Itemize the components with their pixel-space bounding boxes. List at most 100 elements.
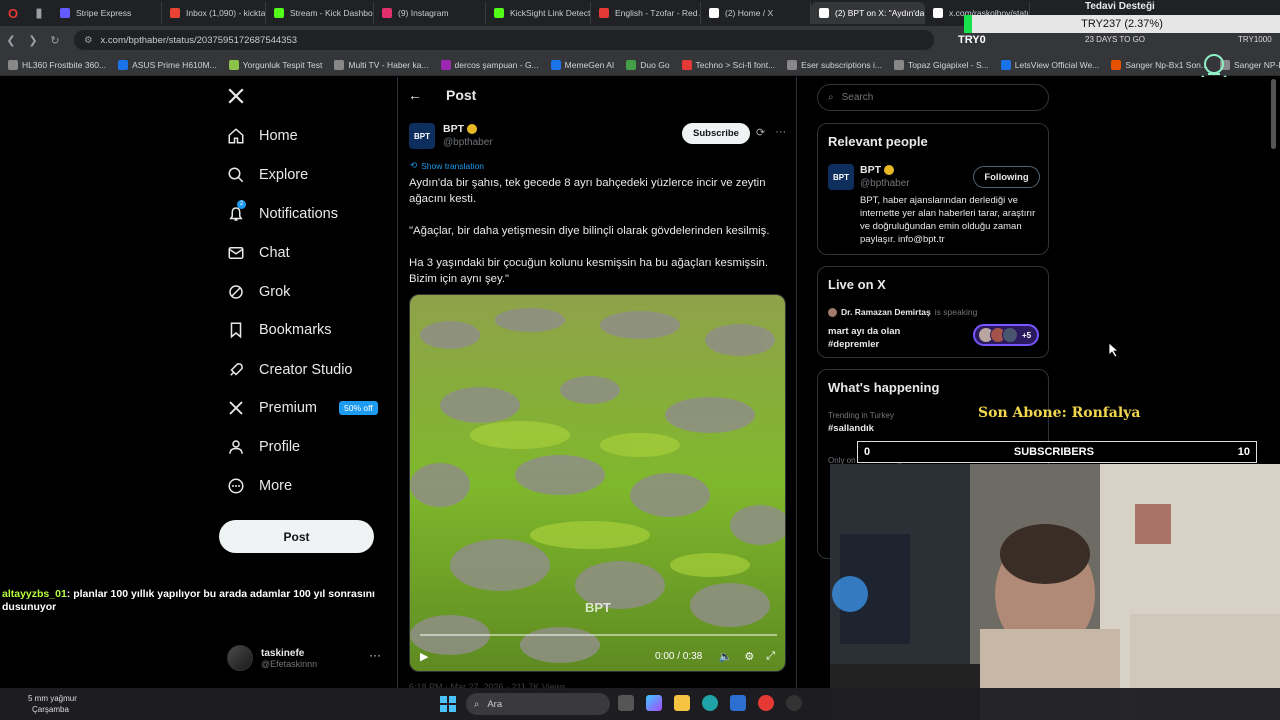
back-arrow-icon[interactable]: ← [408, 87, 422, 103]
bookmark-item[interactable]: Yorgunluk Tespit Test [228, 59, 322, 70]
bookmark-item[interactable]: Multi TV - Haber ka... [334, 59, 429, 70]
bookmark-item[interactable]: Topaz Gigapixel - S... [893, 59, 989, 70]
sidebar-item-premium[interactable]: Premium 50% off [227, 399, 378, 417]
back-icon[interactable]: ❮ [0, 34, 22, 47]
live-topic[interactable]: mart ayı da olan #depremler [828, 325, 948, 351]
stream-top-label: Tedavi Desteği [1085, 1, 1155, 12]
relevant-person[interactable]: BPT BPT @bpthaber [828, 164, 910, 190]
sidebar-item-notifications[interactable]: 2 Notifications [227, 200, 338, 223]
bookmark-favicon-icon [626, 59, 637, 70]
account-name: taskinefe [261, 647, 305, 659]
verified-badge-icon [467, 124, 477, 134]
bookmark-item[interactable]: Techno > Sci-fi font... [681, 59, 775, 70]
browser-tab[interactable]: English - Tzofar - Red A... [591, 2, 701, 24]
person-name[interactable]: BPT [860, 164, 881, 176]
sidebar-item-bookmarks[interactable]: Bookmarks [227, 321, 332, 339]
sidebar-item-chat[interactable]: Chat [227, 244, 290, 262]
video-time: 0:00 / 0:38 [655, 651, 703, 662]
bookmark-label: Sanger NP-BX1 S... [1234, 59, 1280, 70]
bookmark-item[interactable]: ASUS Prime H610M... [118, 59, 217, 70]
live-listeners-pill[interactable]: +5 [973, 324, 1039, 346]
fullscreen-icon[interactable]: ⤢ [766, 650, 775, 663]
opera-icon[interactable] [758, 695, 774, 711]
sidebar-item-home[interactable]: Home [227, 127, 298, 145]
trend-hashtag[interactable]: #sallandık [828, 423, 874, 434]
search-placeholder: Search [841, 92, 874, 103]
subscribe-button[interactable]: Subscribe [682, 123, 750, 144]
post-header: ← Post [408, 87, 476, 103]
opera-logo-icon[interactable]: O [0, 0, 26, 26]
post-text-paragraph: Aydın'da bir şahıs, tek gecede 8 ayrı ba… [409, 177, 766, 205]
copilot-icon[interactable] [646, 695, 662, 711]
post-author[interactable]: BPT BPT @bpthaber [409, 123, 493, 149]
browser-tab[interactable]: Stripe Express [52, 2, 162, 24]
file-explorer-icon[interactable] [674, 695, 690, 711]
following-button[interactable]: Following [973, 166, 1040, 188]
weather-widget[interactable]: 5 mm yağmur Çarşamba [10, 693, 77, 715]
sidebar-item-grok[interactable]: Grok [227, 283, 290, 301]
forward-icon[interactable]: ❯ [22, 34, 44, 47]
relevant-people-title: Relevant people [828, 134, 928, 149]
live-on-x-card[interactable]: Live on X Dr. Ramazan Demirtaş is speaki… [817, 266, 1049, 358]
listener-count: +5 [1022, 330, 1032, 340]
video-player[interactable]: BPT ▶ 0:00 / 0:38 🔈 ⚙ ⤢ [409, 294, 786, 672]
bookmark-item[interactable]: LetsView Official We... [1000, 59, 1099, 70]
volume-icon[interactable]: 🔈 [719, 650, 733, 663]
person-handle[interactable]: @bpthaber [860, 178, 910, 189]
task-view-icon[interactable] [618, 695, 634, 711]
show-translation-link[interactable]: ⟲ Show translation [410, 160, 484, 171]
account-switcher[interactable]: taskinefe @Efetaskinnn ··· [227, 642, 387, 674]
edge-icon[interactable] [702, 695, 718, 711]
bookmark-favicon-icon [440, 59, 451, 70]
browser-tab[interactable]: (2) Home / X [701, 2, 811, 24]
search-input[interactable]: ⌕ Search [817, 84, 1049, 111]
subs-label: SUBSCRIBERS [1013, 446, 1094, 458]
x-logo-icon[interactable] [227, 87, 245, 105]
avatar[interactable]: BPT [409, 123, 435, 149]
reload-icon[interactable]: ↻ [44, 34, 66, 47]
play-icon[interactable]: ▶ [420, 650, 428, 663]
site-info-icon[interactable]: ⚙ [84, 35, 93, 46]
url-bar[interactable]: ⚙ x.com/bpthaber/status/2037595172687544… [74, 30, 934, 50]
live-host: Dr. Ramazan Demirtaş is speaking [828, 307, 977, 317]
more-dots-icon[interactable]: ··· [369, 648, 381, 662]
search-icon: ⌕ [474, 698, 480, 710]
store-icon[interactable] [730, 695, 746, 711]
more-dots-icon[interactable]: ··· [775, 126, 786, 139]
premium-discount-badge: 50% off [339, 401, 378, 415]
scrollbar[interactable] [1271, 79, 1276, 149]
obs-icon[interactable] [786, 695, 802, 711]
settings-icon[interactable]: ⚙ [744, 650, 754, 663]
sidebar-item-more[interactable]: More [227, 477, 292, 495]
grok-icon[interactable]: ⟳ [756, 126, 765, 139]
author-name[interactable]: BPT [443, 123, 464, 135]
avatar[interactable]: BPT [828, 164, 854, 190]
bookmark-item[interactable]: dercos şampuan - G... [440, 59, 539, 70]
avatar [227, 645, 253, 671]
live-host-name: Dr. Ramazan Demirtaş [841, 307, 931, 317]
tab-title: Inbox (1,090) - kicktask [186, 8, 266, 18]
url-text: x.com/bpthaber/status/203759517268754435… [100, 34, 298, 46]
browser-tab[interactable]: Inbox (1,090) - kicktask [162, 2, 266, 24]
sidebar-item-profile[interactable]: Profile [227, 438, 300, 456]
bookmark-item[interactable]: Duo Go [626, 59, 670, 70]
sidebar-item-explore[interactable]: Explore [227, 166, 308, 184]
taskbar-search[interactable]: ⌕ Ara [466, 693, 610, 715]
bookmark-item[interactable]: MemeGen AI [550, 59, 614, 70]
browser-tab[interactable]: KickSight Link Detector [486, 2, 591, 24]
bookmark-favicon-icon [893, 59, 904, 70]
bookmark-item[interactable]: HL360 Frostbite 360... [8, 59, 106, 70]
sidebar-toggle-icon[interactable]: ▮ [26, 0, 52, 26]
tab-favicon-icon [599, 8, 609, 18]
browser-tab[interactable]: Stream - Kick Dashboard [266, 2, 374, 24]
post-button[interactable]: Post [219, 520, 374, 553]
author-handle[interactable]: @bpthaber [443, 137, 493, 148]
bookmark-item[interactable]: Eser subscriptions i... [787, 59, 882, 70]
browser-tab[interactable]: (9) Instagram [374, 2, 486, 24]
tab-favicon-icon [170, 8, 180, 18]
sidebar-item-creator-studio[interactable]: Creator Studio [227, 361, 353, 379]
browser-tab-active[interactable]: (2) BPT on X: "Aydın'da b...✕ [811, 2, 925, 24]
avatar [828, 307, 837, 317]
bookmark-favicon-icon [8, 59, 18, 70]
windows-start-icon[interactable] [440, 696, 456, 712]
